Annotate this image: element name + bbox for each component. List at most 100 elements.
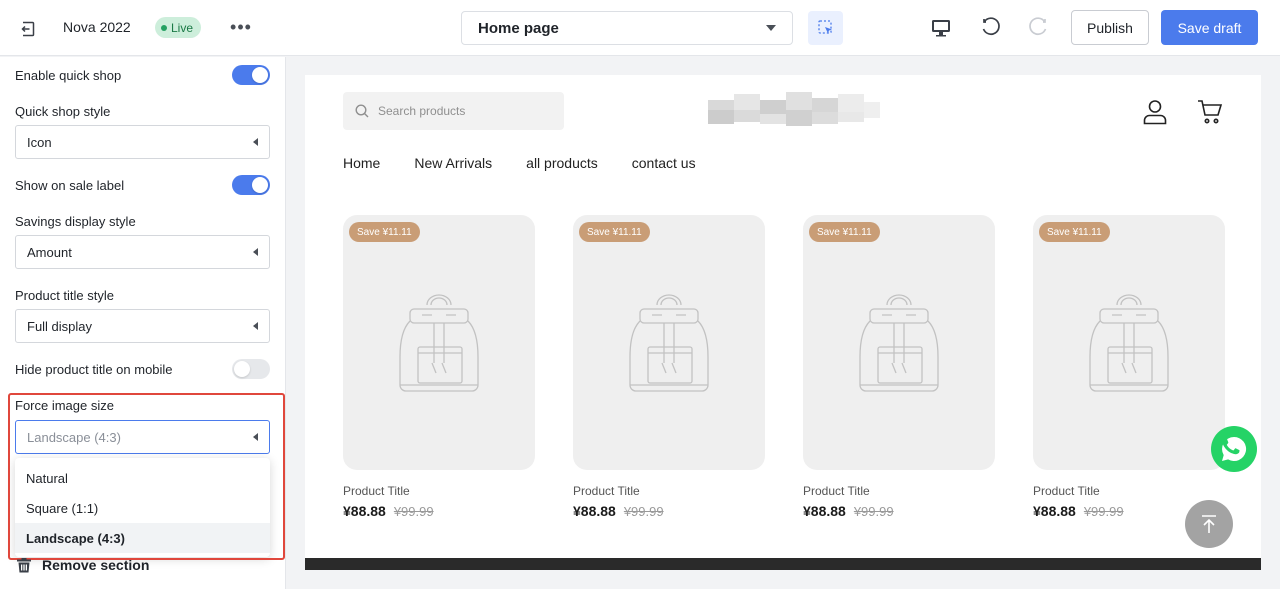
quick-shop-style-value: Icon (27, 134, 52, 150)
compare-at-price: ¥99.99 (393, 504, 434, 519)
exit-icon (21, 21, 35, 37)
select-cursor-icon (817, 20, 832, 34)
price-row: ¥88.88 ¥99.99 (803, 503, 995, 519)
savings-style-select[interactable]: Amount (15, 235, 270, 269)
product-image: Save ¥11.11 (343, 215, 535, 470)
product-grid: Save ¥11.11 Product Title ¥88.88 ¥99.99 (343, 215, 1225, 519)
quick-shop-toggle[interactable] (232, 65, 270, 85)
product-card[interactable]: Save ¥11.11 Product Title ¥88.88 ¥99.99 (1033, 215, 1225, 519)
nav-link-all-products[interactable]: all products (526, 155, 598, 171)
live-status-badge: Live (155, 17, 202, 38)
account-icon[interactable] (1143, 99, 1167, 125)
price-row: ¥88.88 ¥99.99 (573, 503, 765, 519)
save-draft-button[interactable]: Save draft (1161, 10, 1258, 45)
top-bar: Nova 2022 Live ••• Home page Publish Sav… (0, 0, 1280, 56)
redo-button[interactable] (1025, 15, 1051, 41)
undo-button[interactable] (978, 15, 1004, 41)
hide-title-mobile-toggle[interactable] (232, 359, 270, 379)
force-image-size-dropdown: Natural Square (1:1) Landscape (4:3) (15, 458, 270, 557)
settings-panel: Enable quick shop Quick shop style Icon … (0, 57, 286, 589)
caret-left-icon (253, 433, 258, 441)
live-dot-icon (161, 24, 167, 31)
product-title: Product Title (803, 484, 870, 498)
backpack-placeholder-icon (629, 293, 709, 392)
backpack-placeholder-icon (1089, 293, 1169, 392)
product-price: ¥88.88 (343, 503, 386, 519)
trash-icon (17, 557, 31, 572)
storefront-preview: Search products Home New Arrivals all pr… (305, 75, 1261, 570)
compare-at-price: ¥99.99 (853, 504, 894, 519)
desktop-icon (932, 20, 950, 37)
caret-left-icon (253, 138, 258, 146)
product-card[interactable]: Save ¥11.11 Product Title ¥88.88 ¥99.99 (803, 215, 995, 519)
force-image-size-select[interactable]: Landscape (4:3) (15, 420, 270, 454)
live-badge-label: Live (171, 20, 194, 35)
blurred-logo-image[interactable] (708, 92, 880, 132)
whatsapp-icon (1222, 436, 1247, 461)
product-image: Save ¥11.11 (573, 215, 765, 470)
whatsapp-chat-button[interactable] (1211, 426, 1257, 472)
product-title: Product Title (343, 484, 410, 498)
product-card[interactable]: Save ¥11.11 Product Title ¥88.88 ¥99.99 (343, 215, 535, 519)
quick-shop-label: Enable quick shop (15, 68, 122, 83)
caret-left-icon (253, 322, 258, 330)
remove-section-label: Remove section (42, 557, 150, 573)
backpack-placeholder-icon (399, 293, 479, 392)
dropdown-option-square[interactable]: Square (1:1) (15, 493, 270, 523)
product-price: ¥88.88 (1033, 503, 1076, 519)
toggle-knob (252, 67, 268, 83)
back-to-top-button[interactable] (1185, 500, 1233, 548)
product-title-style-value: Full display (27, 318, 93, 334)
sale-label-toggle[interactable] (232, 175, 270, 195)
caret-left-icon (253, 248, 258, 256)
undo-icon (982, 17, 1000, 36)
publish-button[interactable]: Publish (1071, 10, 1149, 45)
chevron-down-icon (766, 25, 776, 31)
save-badge: Save ¥11.11 (809, 222, 880, 242)
dropdown-option-landscape[interactable]: Landscape (4:3) (15, 523, 270, 553)
product-title: Product Title (1033, 484, 1100, 498)
save-badge: Save ¥11.11 (579, 222, 650, 242)
product-price: ¥88.88 (803, 503, 846, 519)
toggle-knob (234, 361, 250, 377)
remove-section-button[interactable]: Remove section (17, 557, 149, 573)
product-title: Product Title (573, 484, 640, 498)
product-title-style-label: Product title style (15, 288, 114, 303)
nav-link-new-arrivals[interactable]: New Arrivals (414, 155, 492, 171)
more-options-button[interactable]: ••• (229, 14, 253, 40)
element-select-tool-button[interactable] (808, 11, 843, 45)
backpack-placeholder-icon (859, 293, 939, 392)
save-badge: Save ¥11.11 (349, 222, 420, 242)
nav-link-home[interactable]: Home (343, 155, 380, 171)
product-image: Save ¥11.11 (1033, 215, 1225, 470)
store-name: Nova 2022 (63, 19, 131, 35)
search-input[interactable]: Search products (343, 92, 564, 130)
force-image-size-label: Force image size (15, 398, 114, 413)
savings-style-label: Savings display style (15, 214, 136, 229)
product-card[interactable]: Save ¥11.11 Product Title ¥88.88 ¥99.99 (573, 215, 765, 519)
product-price: ¥88.88 (573, 503, 616, 519)
search-icon (355, 104, 369, 118)
redo-icon (1029, 17, 1047, 36)
quick-shop-style-select[interactable]: Icon (15, 125, 270, 159)
price-row: ¥88.88 ¥99.99 (343, 503, 535, 519)
dropdown-option-natural[interactable]: Natural (15, 463, 270, 493)
search-placeholder: Search products (378, 104, 466, 118)
toggle-knob (252, 177, 268, 193)
exit-editor-button[interactable] (16, 16, 42, 42)
footer-bar (305, 558, 1261, 570)
quick-shop-style-label: Quick shop style (15, 104, 111, 119)
compare-at-price: ¥99.99 (623, 504, 664, 519)
force-image-size-value: Landscape (4:3) (27, 429, 121, 445)
savings-style-value: Amount (27, 244, 72, 260)
product-title-style-select[interactable]: Full display (15, 309, 270, 343)
nav-link-contact-us[interactable]: contact us (632, 155, 696, 171)
desktop-preview-button[interactable] (928, 15, 954, 41)
cart-icon[interactable] (1197, 99, 1223, 125)
sale-label-label: Show on sale label (15, 178, 125, 193)
main-nav: Home New Arrivals all products contact u… (343, 155, 696, 171)
save-badge: Save ¥11.11 (1039, 222, 1110, 242)
hide-title-mobile-label: Hide product title on mobile (15, 362, 173, 377)
compare-at-price: ¥99.99 (1083, 504, 1124, 519)
page-selector[interactable]: Home page (461, 11, 793, 45)
